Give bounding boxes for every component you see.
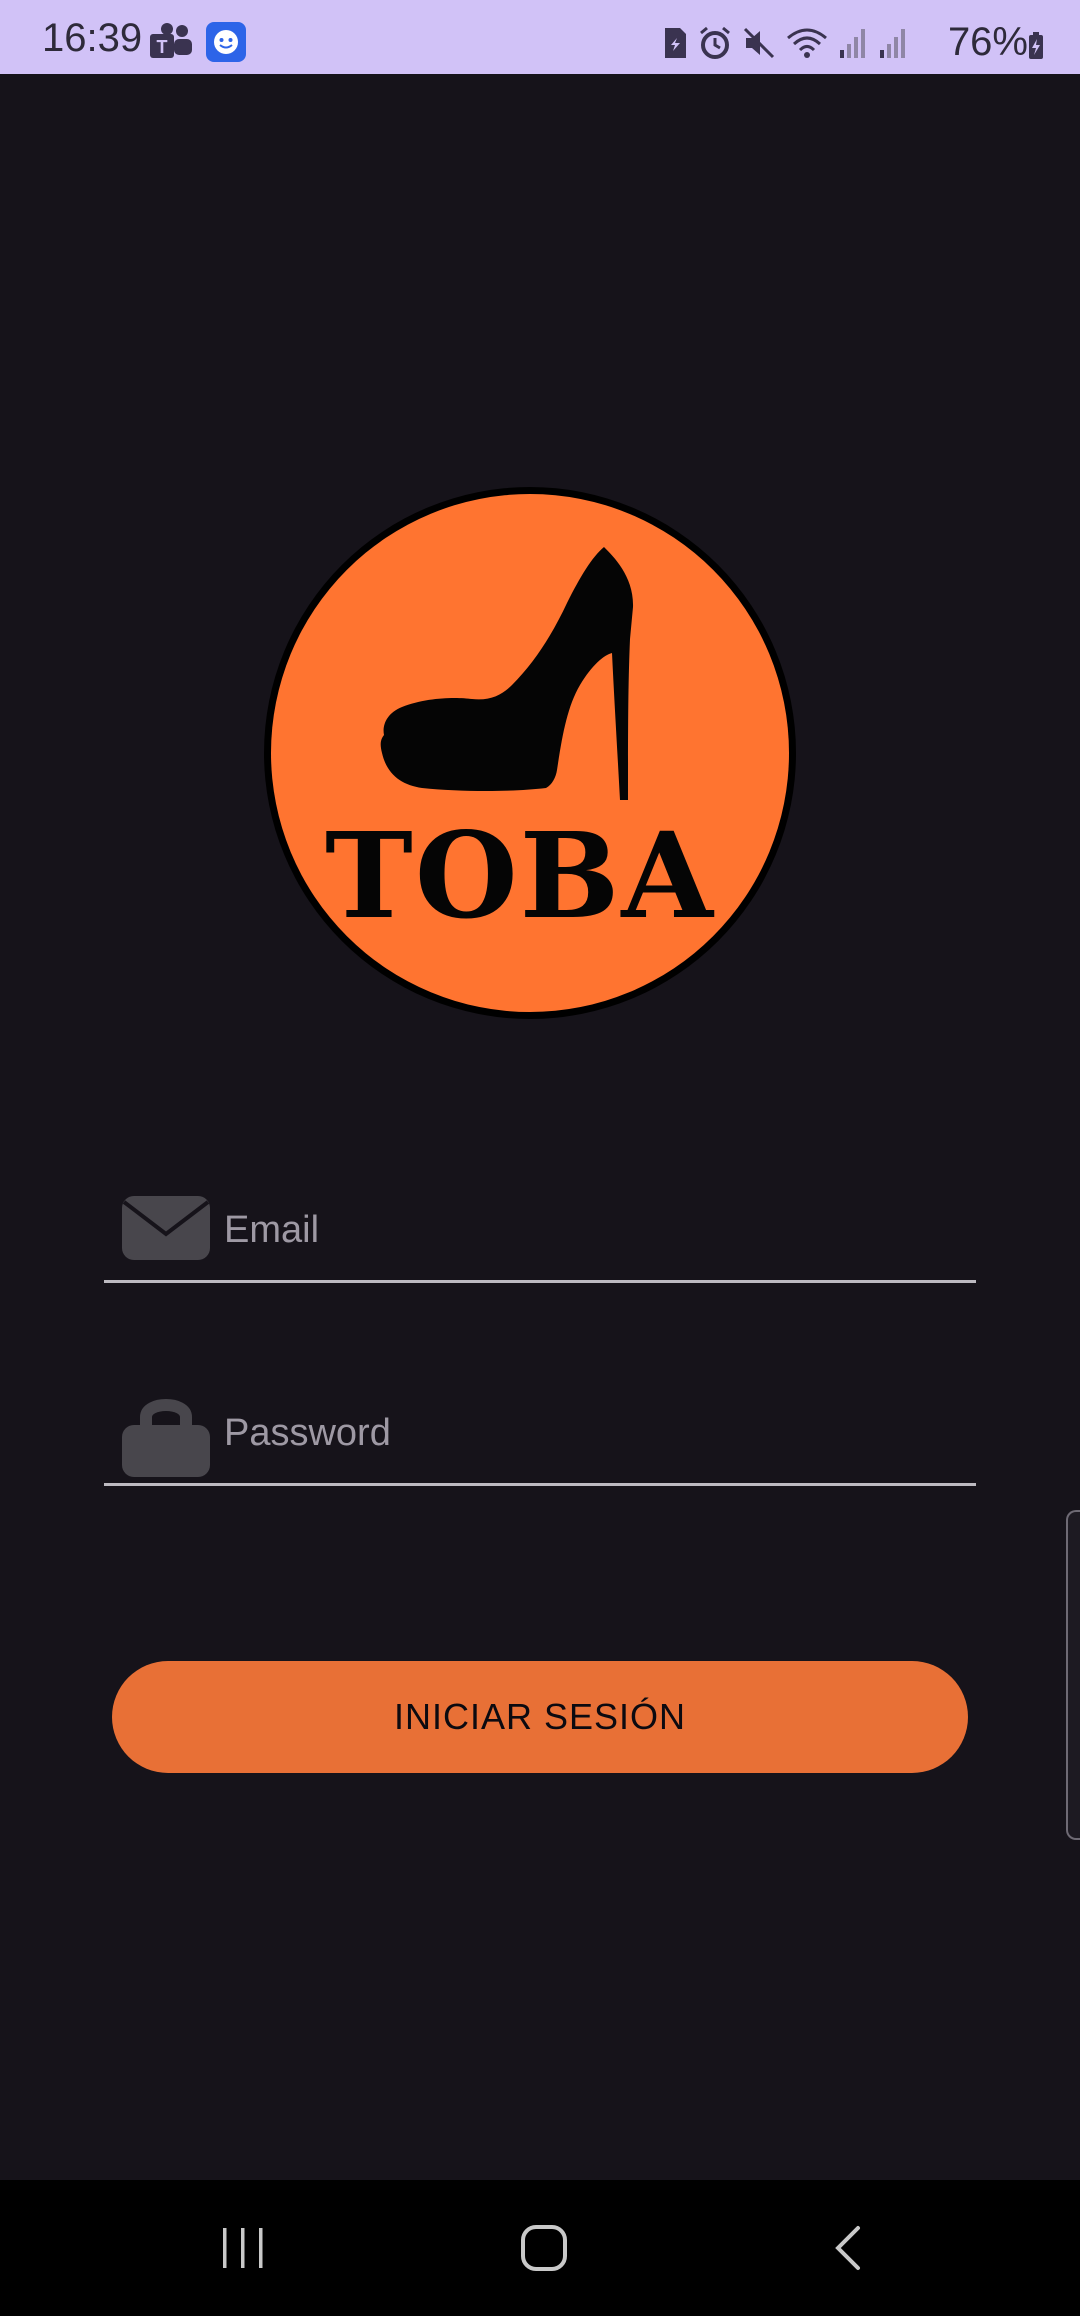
scrollbar[interactable] (1066, 1510, 1080, 1840)
alarm-icon (698, 26, 732, 65)
envelope-icon (120, 1190, 212, 1264)
signal-icon (878, 26, 908, 65)
login-button[interactable]: INICIAR SESIÓN (112, 1661, 968, 1773)
recents-icon (219, 2226, 267, 2275)
mute-icon (742, 26, 776, 65)
sim-card-icon (662, 26, 688, 65)
svg-text:T: T (157, 37, 168, 57)
battery-charging-icon (1028, 32, 1044, 65)
assistant-face-icon (206, 22, 246, 62)
battery-percentage: 76% (947, 20, 1028, 64)
app-logo: TOBA (262, 485, 798, 1021)
email-field[interactable] (104, 1190, 976, 1283)
status-time: 16:39 (42, 16, 143, 60)
status-left-icons: T (150, 22, 246, 62)
home-icon (520, 2224, 568, 2277)
status-bar: 16:39 T 76% (0, 0, 1080, 74)
password-input[interactable] (224, 1393, 964, 1473)
logo-text: TOBA (325, 806, 715, 945)
back-button[interactable] (808, 2214, 888, 2286)
email-input[interactable] (224, 1190, 964, 1270)
lock-icon (120, 1393, 212, 1477)
recents-button[interactable] (203, 2214, 283, 2286)
password-field[interactable] (104, 1393, 976, 1486)
wifi-icon (786, 26, 828, 65)
status-right-icons (662, 25, 908, 65)
teams-icon: T (150, 22, 194, 62)
navigation-bar (0, 2180, 1080, 2316)
home-button[interactable] (504, 2214, 584, 2286)
login-screen: 16:39 T 76% TOBA Email INICIAR SESIÓN (0, 0, 1080, 2316)
signal-icon (838, 26, 868, 65)
back-icon (830, 2224, 866, 2277)
